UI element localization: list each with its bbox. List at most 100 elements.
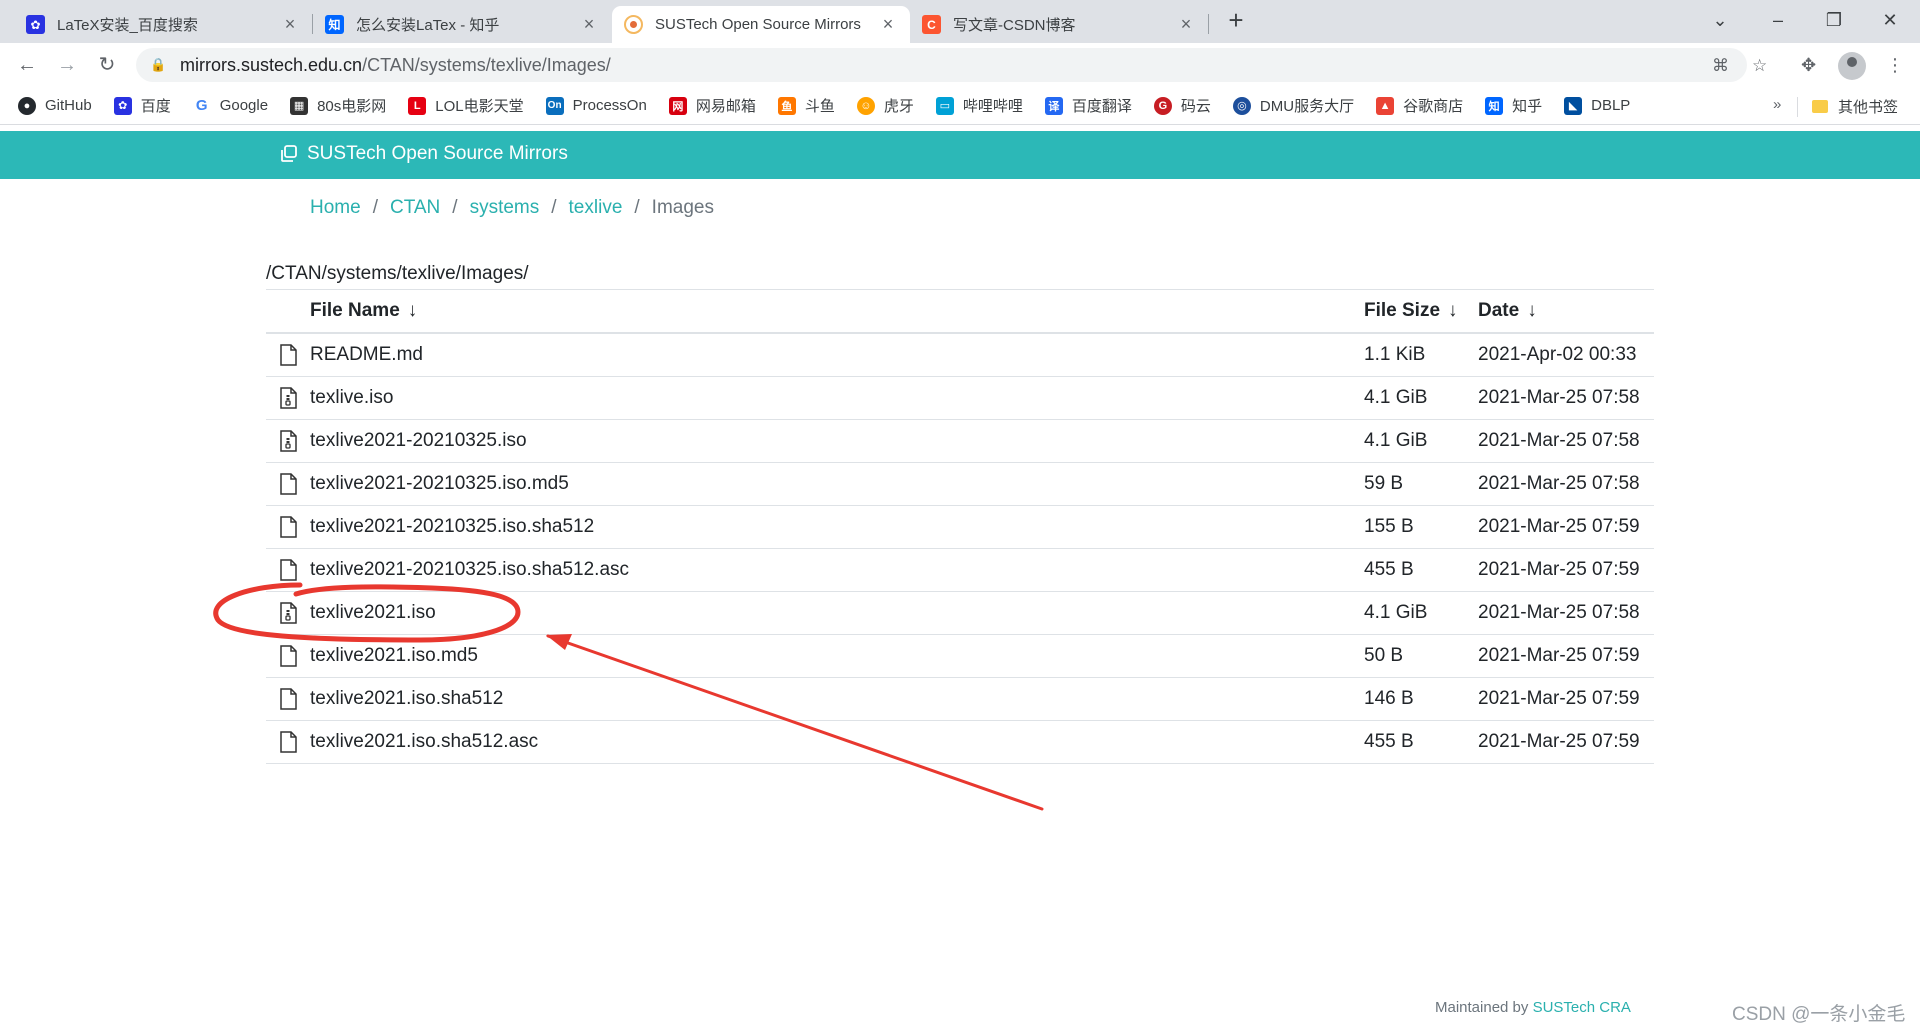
sort-by-name-header[interactable]: File Name ↓	[310, 300, 1364, 322]
file-date: 2021-Mar-25 07:59	[1478, 559, 1640, 580]
close-tab-icon[interactable]: ×	[1176, 14, 1196, 35]
table-row: texlive2021.iso.sha512 146 B 2021-Mar-25 0…	[266, 678, 1654, 721]
translate-page-icon[interactable]: ⌘	[1712, 56, 1729, 76]
table-body: README.md 1.1 KiB 2021-Apr-02 00:33 texlive…	[266, 334, 1654, 764]
bookmark-gitee[interactable]: G 码云	[1153, 95, 1211, 116]
film-icon: ▦	[290, 96, 309, 115]
bookmark-google[interactable]: G Google	[192, 96, 268, 115]
bookmark-label: 哔哩哔哩	[962, 98, 1023, 115]
bookmark-dblp[interactable]: ◣ DBLP	[1564, 96, 1630, 115]
archive-file-icon	[266, 602, 310, 624]
table-row: texlive2021.iso.md5 50 B 2021-Mar-25 07:59	[266, 635, 1654, 678]
reload-icon[interactable]: ↻	[91, 49, 123, 81]
column-size-label: File Size	[1364, 300, 1441, 321]
sort-by-size-header[interactable]: File Size ↓	[1364, 300, 1478, 322]
footer-cra-link[interactable]: SUSTech CRA	[1533, 999, 1631, 1016]
bookmark-star-icon[interactable]: ☆	[1752, 56, 1767, 76]
breadcrumb-home[interactable]: Home	[310, 197, 361, 219]
breadcrumb-ctan[interactable]: CTAN	[390, 197, 440, 219]
breadcrumb-systems[interactable]: systems	[470, 197, 540, 219]
table-row: texlive2021-20210325.iso.md5 59 B 2021-Mar…	[266, 463, 1654, 506]
table-row: texlive2021.iso.sha512.asc 455 B 2021-Mar-…	[266, 721, 1654, 764]
bookmark-huya[interactable]: ☺ 虎牙	[856, 95, 914, 116]
file-link[interactable]: README.md	[310, 344, 423, 365]
zhihu-icon: 知	[1485, 96, 1504, 115]
browser-tab[interactable]: ✿ LaTeX安装_百度搜索 ×	[14, 6, 312, 43]
file-size: 146 B	[1364, 688, 1414, 709]
bookmark-dmu[interactable]: ◎ DMU服务大厅	[1232, 95, 1354, 116]
breadcrumb-separator: /	[372, 197, 378, 218]
sort-arrow-icon: ↓	[1527, 300, 1537, 321]
huya-icon: ☺	[856, 96, 875, 115]
bookmark-zhihu[interactable]: 知知乎	[1485, 95, 1542, 116]
restore-window-icon[interactable]: ❐	[1806, 2, 1862, 38]
sort-by-date-header[interactable]: Date ↓	[1478, 300, 1654, 322]
site-title: SUSTech Open Source Mirrors	[307, 143, 568, 164]
file-size: 455 B	[1364, 559, 1414, 580]
close-tab-icon[interactable]: ×	[579, 14, 599, 35]
file-link[interactable]: texlive2021-20210325.iso.sha512.asc	[310, 559, 629, 580]
table-row: texlive2021-20210325.iso.sha512 155 B 2021…	[266, 506, 1654, 549]
file-link[interactable]: texlive2021-20210325.iso	[310, 430, 527, 451]
tab-title: 怎么安装LaTex - 知乎	[356, 17, 500, 34]
file-link[interactable]: texlive2021.iso	[310, 602, 436, 623]
file-link[interactable]: texlive2021.iso.md5	[310, 645, 478, 666]
bookmark-label: 网易邮箱	[695, 98, 756, 115]
gitee-icon: G	[1153, 96, 1172, 115]
address-path: /CTAN/systems/texlive/Images/	[362, 54, 611, 75]
forward-arrow-icon[interactable]: →	[51, 49, 83, 81]
more-bookmarks-chevron[interactable]: »	[1773, 96, 1781, 113]
csdn-icon: C	[922, 15, 941, 34]
directory-path: /CTAN/systems/texlive/Images/	[266, 263, 529, 284]
bookmark-lol[interactable]: L LOL电影天堂	[408, 95, 524, 116]
bookmark-80s[interactable]: ▦ 80s电影网	[290, 95, 386, 116]
breadcrumb-texlive[interactable]: texlive	[569, 197, 623, 219]
file-link[interactable]: texlive2021.iso.sha512	[310, 688, 503, 709]
back-arrow-icon[interactable]: ←	[11, 49, 43, 81]
file-icon	[266, 344, 310, 366]
footer-text: Maintained by	[1435, 999, 1533, 1016]
browser-menu-icon[interactable]: ⋮	[1886, 55, 1904, 76]
bookmark-label: 斗鱼	[804, 98, 835, 115]
lock-icon[interactable]: 🔒	[150, 57, 166, 73]
zhihu-icon: 知	[325, 15, 344, 34]
new-tab-plus-icon[interactable]: +	[1221, 6, 1251, 36]
browser-tab[interactable]: 知 怎么安装LaTex - 知乎 ×	[313, 6, 611, 43]
bookmark-douyu[interactable]: 鱼斗鱼	[777, 95, 835, 116]
minimize-icon[interactable]: –	[1750, 2, 1806, 38]
browser-tab-active[interactable]: SUSTech Open Source Mirrors ×	[612, 6, 910, 43]
browser-tab[interactable]: C 写文章-CSDN博客 ×	[910, 6, 1208, 43]
site-brand-link[interactable]: SUSTech Open Source Mirrors	[279, 143, 568, 165]
address-bar[interactable]: 🔒 mirrors.sustech.edu.cn/CTAN/systems/te…	[136, 48, 1747, 82]
file-size: 4.1 GiB	[1364, 602, 1428, 623]
close-tab-icon[interactable]: ×	[280, 14, 300, 35]
browser-toolbar: ← → ↻ 🔒 mirrors.sustech.edu.cn/CTAN/syst…	[0, 43, 1920, 87]
bookmark-bilibili[interactable]: ▭ 哔哩哔哩	[935, 95, 1023, 116]
breadcrumb-current: Images	[651, 197, 714, 218]
sustech-icon	[624, 15, 643, 34]
file-link[interactable]: texlive2021-20210325.iso.md5	[310, 473, 569, 494]
bookmark-webstore[interactable]: ▲ 谷歌商店	[1376, 95, 1463, 116]
file-date: 2021-Mar-25 07:58	[1478, 473, 1640, 494]
breadcrumb-separator: /	[551, 197, 557, 218]
bookmark-baidu[interactable]: ✿ 百度	[113, 95, 171, 116]
other-bookmarks-folder[interactable]: 其他书签	[1812, 96, 1898, 117]
bookmark-processon[interactable]: On ProcessOn	[545, 96, 647, 115]
file-link[interactable]: texlive.iso	[310, 387, 393, 408]
lol-icon: L	[408, 96, 427, 115]
close-tab-icon[interactable]: ×	[878, 14, 898, 35]
tab-search-chevron-icon[interactable]: ⌄	[1692, 2, 1748, 38]
bookmark-netease[interactable]: 网网易邮箱	[668, 95, 756, 116]
file-link[interactable]: texlive2021.iso.sha512.asc	[310, 731, 538, 752]
bookmark-github[interactable]: ● GitHub	[18, 96, 92, 115]
baidu-paw-icon: ✿	[26, 15, 45, 34]
extensions-puzzle-icon[interactable]: ✥	[1801, 55, 1816, 76]
file-size: 50 B	[1364, 645, 1404, 666]
close-window-icon[interactable]: ✕	[1862, 2, 1918, 38]
file-link[interactable]: texlive2021-20210325.iso.sha512	[310, 516, 594, 537]
bookmark-baidu-translate[interactable]: 译百度翻译	[1044, 95, 1132, 116]
file-icon	[266, 688, 310, 710]
baidu-paw-icon: ✿	[113, 96, 132, 115]
mirror-copy-icon	[281, 145, 297, 162]
profile-avatar[interactable]	[1838, 52, 1866, 80]
